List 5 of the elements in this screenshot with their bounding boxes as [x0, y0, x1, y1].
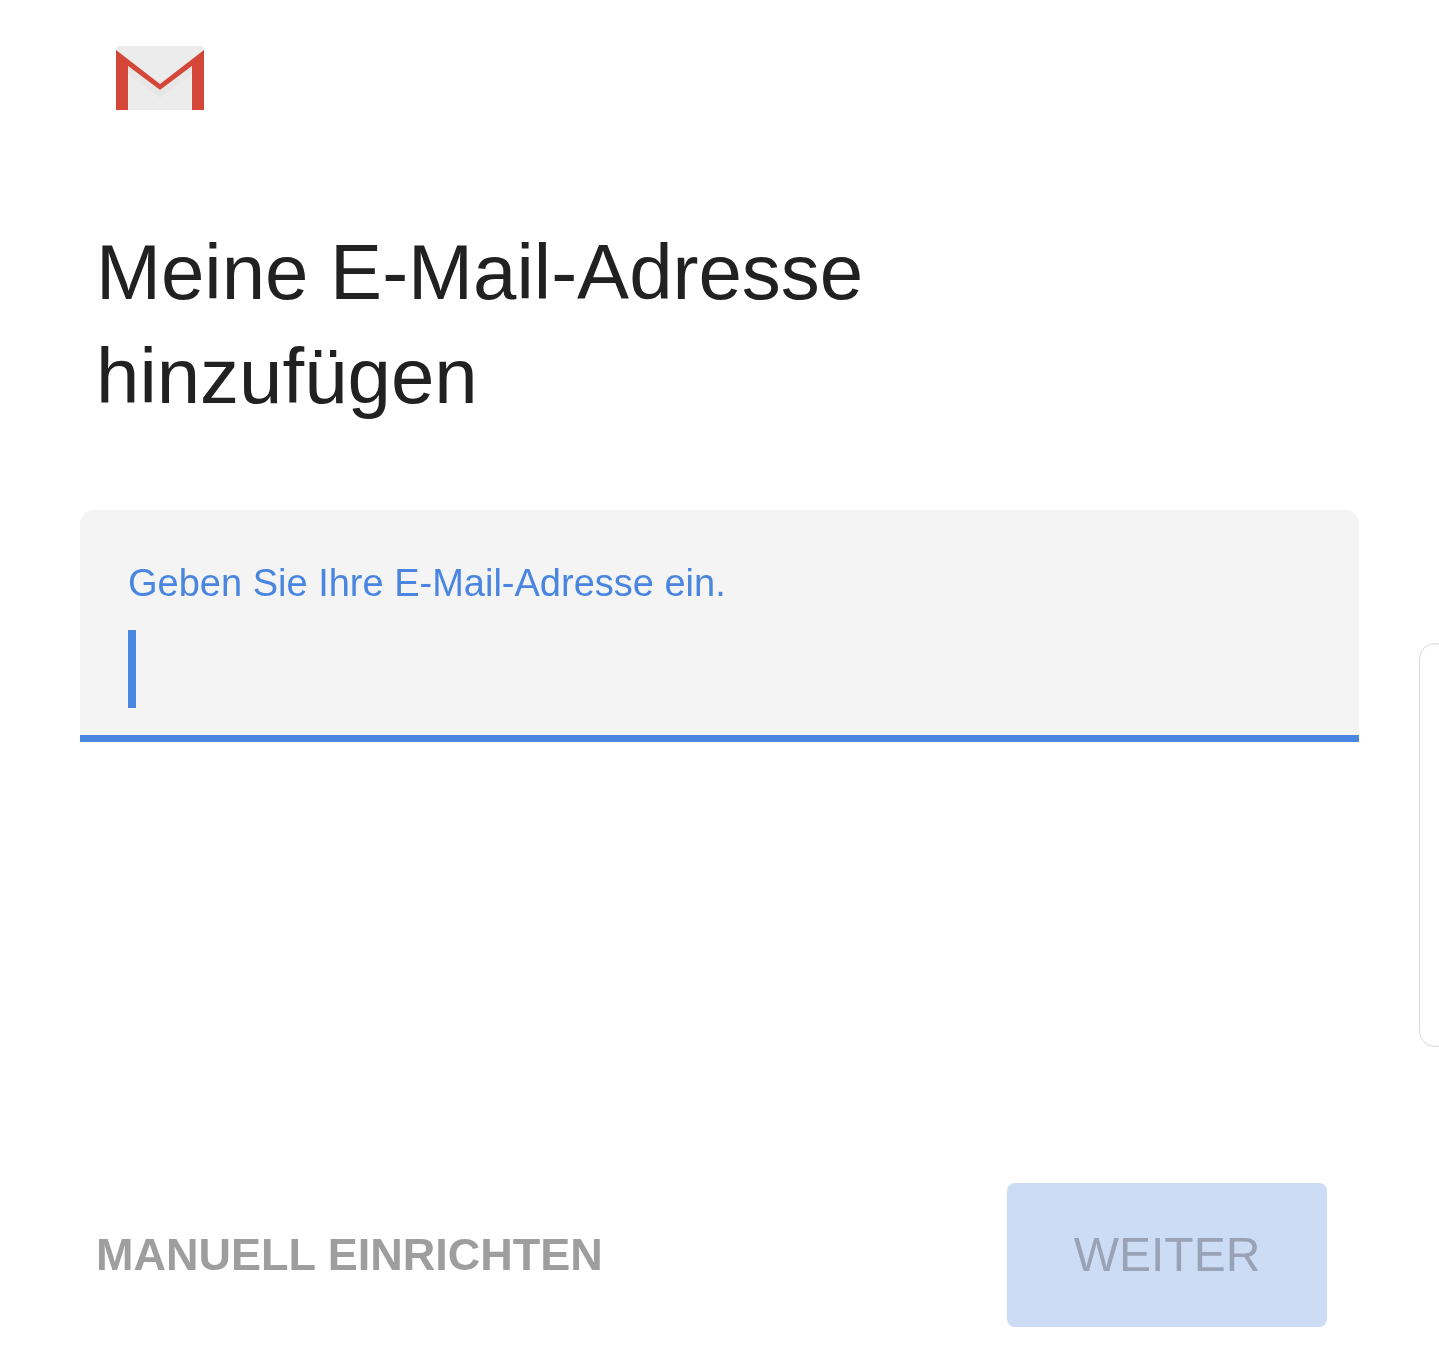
manual-setup-button[interactable]: MANUELL EINRICHTEN	[96, 1221, 603, 1289]
mail-logo-icon	[114, 44, 206, 112]
email-input-field[interactable]: Geben Sie Ihre E-Mail-Adresse ein.	[80, 510, 1359, 742]
field-label: Geben Sie Ihre E-Mail-Adresse ein.	[128, 561, 726, 606]
page-title: Meine E-Mail-Adresse hinzufügen	[96, 227, 865, 422]
